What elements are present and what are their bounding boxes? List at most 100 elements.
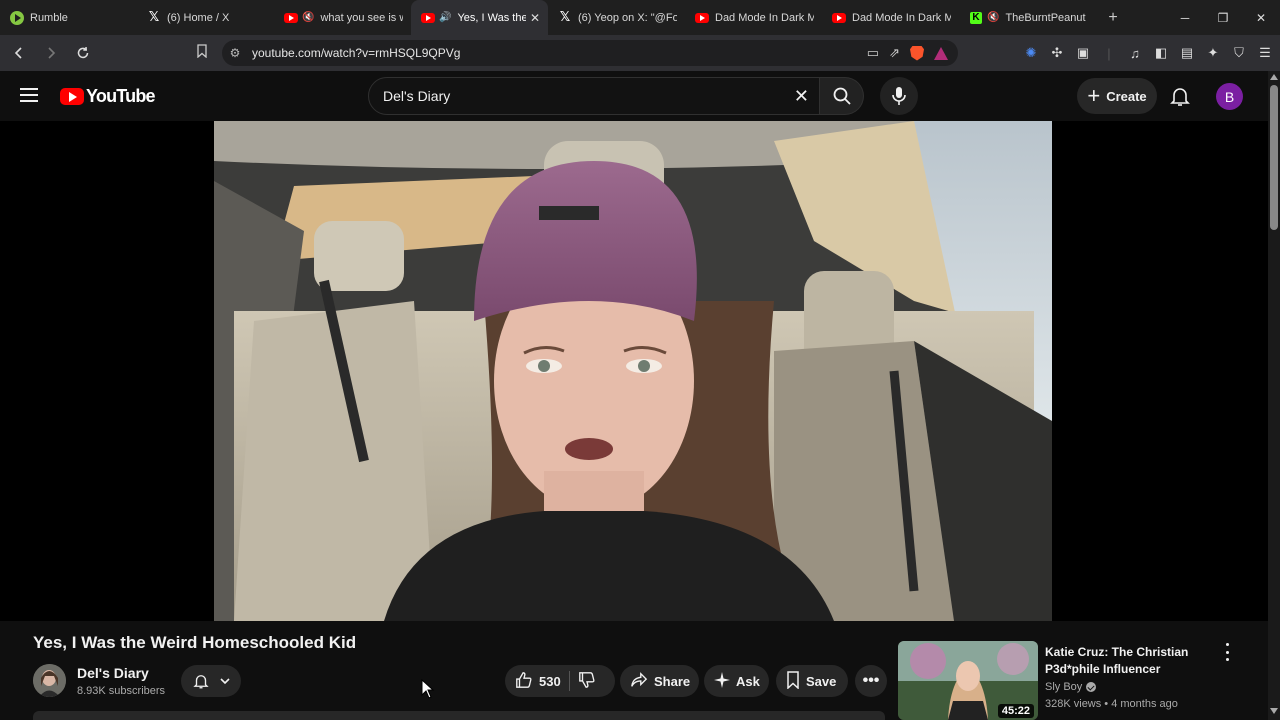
window-controls: ─ ❐ ✕ <box>1166 0 1280 35</box>
tab-title: TheBurntPeanut S <box>1005 11 1088 24</box>
subscription-notification-button[interactable] <box>181 665 241 697</box>
browser-toolbar: ⚙ youtube.com/watch?v=rmHSQL9QPVg ▭ ⇗ ✺ … <box>0 35 1280 71</box>
forward-icon[interactable] <box>38 40 64 66</box>
thumbs-down-icon <box>578 671 595 688</box>
screenshot-icon[interactable]: ▣ <box>1074 44 1092 62</box>
brave-shield-icon[interactable] <box>910 45 924 61</box>
channel-name[interactable]: Del's Diary <box>77 665 149 681</box>
youtube-icon <box>832 11 846 25</box>
search-button[interactable] <box>820 77 864 115</box>
restore-icon[interactable]: ❐ <box>1204 0 1242 35</box>
minimize-icon[interactable]: ─ <box>1166 0 1204 35</box>
browser-tab-strip: Rumble 𝕏 (6) Home / X 🔇 what you see is … <box>0 0 1280 35</box>
youtube-icon <box>695 11 709 25</box>
muted-icon[interactable]: 🔇 <box>302 12 314 23</box>
account-avatar[interactable]: B <box>1216 83 1243 110</box>
description-box[interactable] <box>33 711 885 720</box>
tab-title: Dad Mode In Dark M <box>715 11 814 24</box>
sparkle-icon <box>714 671 730 691</box>
video-frame <box>214 121 1052 621</box>
plus-icon: + <box>1087 83 1101 108</box>
verified-icon <box>1086 682 1097 692</box>
recommendation-meta: 328K views • 4 months ago <box>1045 698 1178 710</box>
music-icon[interactable]: ♫ <box>1126 44 1144 62</box>
recommendation-channel-name: Sly Boy <box>1045 681 1083 693</box>
more-horizontal-icon: ••• <box>862 672 880 689</box>
recommendation-title[interactable]: Katie Cruz: The Christian P3d*phile Infl… <box>1045 644 1215 678</box>
tab-close-icon[interactable]: ✕ <box>530 11 540 25</box>
address-bar[interactable]: ⚙ youtube.com/watch?v=rmHSQL9QPVg ▭ ⇗ <box>222 40 958 66</box>
muted-icon[interactable]: 🔇 <box>987 12 999 23</box>
new-tab-button[interactable]: + <box>1096 9 1130 27</box>
channel-avatar[interactable] <box>33 664 66 697</box>
save-icon <box>786 670 800 692</box>
like-button[interactable] <box>515 671 533 692</box>
tab-title: Yes, I Was the <box>457 11 526 24</box>
bookmark-icon[interactable] <box>196 44 208 61</box>
like-count[interactable]: 530 <box>539 674 561 689</box>
tab-title: (6) Yeop on X: "@Fors <box>578 11 677 24</box>
save-button[interactable]: Save <box>776 665 848 697</box>
more-actions-button[interactable]: ••• <box>855 665 887 697</box>
cast-icon[interactable]: ▭ <box>867 45 879 61</box>
window-close-icon[interactable]: ✕ <box>1242 0 1280 35</box>
leo-ai-icon[interactable]: ✦ <box>1204 44 1222 62</box>
youtube-header: YouTube ✕ + Create B <box>0 71 1280 121</box>
browser-tab-youtube-muted[interactable]: 🔇 what you see is w <box>274 0 411 35</box>
recommendation-menu-button[interactable] <box>1220 643 1234 661</box>
like-dislike-group: 530 <box>505 665 615 697</box>
ask-label: Ask <box>736 673 760 689</box>
tab-title: (6) Home / X <box>167 11 230 24</box>
extension-icon[interactable]: ✺ <box>1022 44 1040 62</box>
reload-icon[interactable] <box>70 40 96 66</box>
url-text[interactable]: youtube.com/watch?v=rmHSQL9QPVg <box>252 46 867 60</box>
search-input[interactable] <box>383 88 763 104</box>
back-icon[interactable] <box>6 40 32 66</box>
tab-title: what you see is w <box>320 11 403 24</box>
subscriber-count: 8.93K subscribers <box>77 685 166 697</box>
guide-menu-icon[interactable] <box>20 88 38 102</box>
extensions-bar: ✺ ✣ ▣ | ♫ ◧ ▤ ✦ ⛉ ☰ <box>1022 40 1274 66</box>
speaker-icon[interactable]: 🔊 <box>439 12 451 23</box>
browser-tab-rumble[interactable]: Rumble <box>0 0 137 35</box>
youtube-icon <box>421 11 435 25</box>
divider-icon: | <box>1107 45 1111 61</box>
save-label: Save <box>806 673 837 689</box>
browser-tab-youtube[interactable]: Dad Mode In Dark M <box>685 0 822 35</box>
scrollbar-thumb[interactable] <box>1270 85 1278 230</box>
browser-tab-active[interactable]: 🔊 Yes, I Was the ✕ <box>411 0 548 35</box>
vpn-icon[interactable]: ⛉ <box>1230 44 1248 62</box>
video-player[interactable] <box>214 121 1052 621</box>
menu-icon[interactable]: ☰ <box>1256 44 1274 62</box>
page-scrollbar[interactable] <box>1268 71 1280 720</box>
browser-tab-x-home[interactable]: 𝕏 (6) Home / X <box>137 0 274 35</box>
share-icon <box>630 671 648 692</box>
video-duration: 45:22 <box>997 704 1034 718</box>
share-page-icon[interactable]: ⇗ <box>889 45 900 61</box>
recommendation-thumbnail[interactable]: 45:22 <box>898 641 1038 720</box>
tab-title: Dad Mode In Dark M <box>852 11 951 24</box>
dislike-button[interactable] <box>578 671 596 692</box>
browser-tab-youtube[interactable]: Dad Mode In Dark M <box>822 0 959 35</box>
youtube-logo[interactable]: YouTube <box>60 86 156 107</box>
brave-rewards-icon[interactable] <box>934 46 948 60</box>
notifications-button[interactable] <box>1168 84 1192 108</box>
tab-title: Rumble <box>30 11 68 24</box>
create-button[interactable]: + Create <box>1077 78 1157 114</box>
browser-tab-kick[interactable]: K 🔇 TheBurntPeanut S <box>959 0 1096 35</box>
ask-button[interactable]: Ask <box>704 665 769 697</box>
browser-tab-x-post[interactable]: 𝕏 (6) Yeop on X: "@Fors <box>548 0 685 35</box>
bell-icon <box>192 675 209 689</box>
voice-search-button[interactable] <box>880 77 918 115</box>
like-divider <box>568 671 570 691</box>
site-info-icon[interactable]: ⚙ <box>222 46 248 60</box>
puzzle-icon[interactable]: ✣ <box>1048 44 1066 62</box>
sidebar-icon[interactable]: ◧ <box>1152 44 1170 62</box>
share-button[interactable]: Share <box>620 665 699 697</box>
scroll-up-icon[interactable] <box>1270 74 1278 80</box>
clear-search-icon[interactable]: ✕ <box>794 86 809 107</box>
youtube-icon <box>284 11 298 25</box>
wallet-icon[interactable]: ▤ <box>1178 44 1196 62</box>
recommendation-channel[interactable]: Sly Boy <box>1045 681 1097 693</box>
scroll-down-icon[interactable] <box>1270 708 1278 714</box>
